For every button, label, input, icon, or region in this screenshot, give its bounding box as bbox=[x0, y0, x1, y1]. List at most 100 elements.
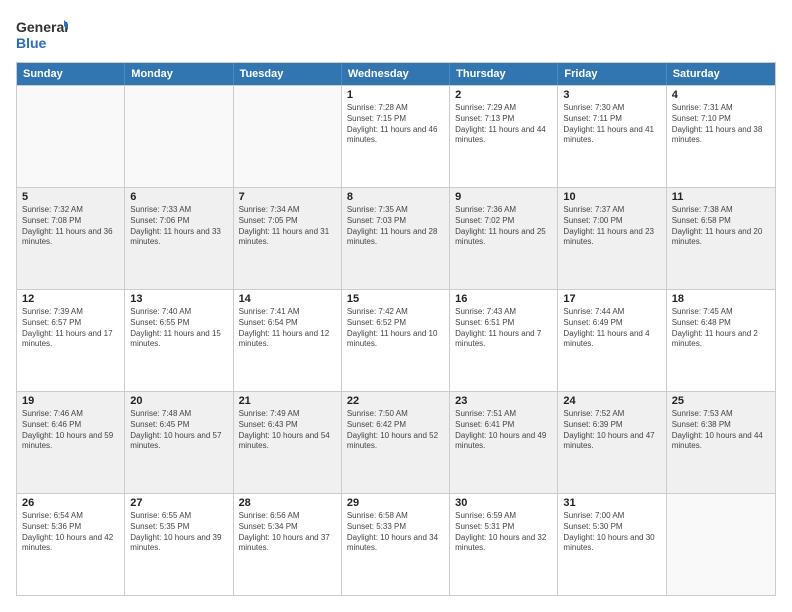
day-number: 24 bbox=[563, 395, 660, 407]
cal-cell: 23Sunrise: 7:51 AM Sunset: 6:41 PM Dayli… bbox=[450, 392, 558, 493]
cell-info: Sunrise: 7:31 AM Sunset: 7:10 PM Dayligh… bbox=[672, 103, 770, 146]
day-number: 29 bbox=[347, 497, 444, 509]
cal-header-cell: Sunday bbox=[17, 63, 125, 85]
day-number: 27 bbox=[130, 497, 227, 509]
day-number: 21 bbox=[239, 395, 336, 407]
day-number: 5 bbox=[22, 191, 119, 203]
cal-cell bbox=[125, 86, 233, 187]
day-number: 22 bbox=[347, 395, 444, 407]
day-number: 30 bbox=[455, 497, 552, 509]
cal-cell: 7 Sunrise: 7:34 AM Sunset: 7:05 PM Daylig… bbox=[234, 188, 342, 289]
cal-cell: 30 Sunrise: 6:59 AM Sunset: 5:31 PM Dayli… bbox=[450, 494, 558, 595]
day-number: 1 bbox=[347, 89, 444, 101]
day-number: 18 bbox=[672, 293, 770, 305]
logo-svg: General Blue bbox=[16, 16, 68, 52]
cell-info: Sunrise: 7:00 AM Sunset: 5:30 PM Dayligh… bbox=[563, 511, 660, 554]
cal-cell: 18Sunrise: 7:45 AM Sunset: 6:48 PM Dayli… bbox=[667, 290, 775, 391]
cal-cell: 31Sunrise: 7:00 AM Sunset: 5:30 PM Dayli… bbox=[558, 494, 666, 595]
day-number: 4 bbox=[672, 89, 770, 101]
cell-info: Sunrise: 7:30 AM Sunset: 7:11 PM Dayligh… bbox=[563, 103, 660, 146]
cal-cell: 2 Sunrise: 7:29 AM Sunset: 7:13 PM Daylig… bbox=[450, 86, 558, 187]
header: General Blue bbox=[16, 16, 776, 52]
cal-cell bbox=[17, 86, 125, 187]
cell-info: Sunrise: 7:33 AM Sunset: 7:06 PM Dayligh… bbox=[130, 205, 227, 248]
cell-info: Sunrise: 7:35 AM Sunset: 7:03 PM Dayligh… bbox=[347, 205, 444, 248]
day-number: 3 bbox=[563, 89, 660, 101]
cal-cell: 3 Sunrise: 7:30 AM Sunset: 7:11 PM Daylig… bbox=[558, 86, 666, 187]
day-number: 14 bbox=[239, 293, 336, 305]
cell-info: Sunrise: 7:44 AM Sunset: 6:49 PM Dayligh… bbox=[563, 307, 660, 350]
cal-cell: 28Sunrise: 6:56 AM Sunset: 5:34 PM Dayli… bbox=[234, 494, 342, 595]
day-number: 26 bbox=[22, 497, 119, 509]
day-number: 12 bbox=[22, 293, 119, 305]
cell-info: Sunrise: 7:32 AM Sunset: 7:08 PM Dayligh… bbox=[22, 205, 119, 248]
cal-cell: 9Sunrise: 7:36 AM Sunset: 7:02 PM Daylig… bbox=[450, 188, 558, 289]
cal-cell: 22 Sunrise: 7:50 AM Sunset: 6:42 PM Dayli… bbox=[342, 392, 450, 493]
cell-info: Sunrise: 7:34 AM Sunset: 7:05 PM Dayligh… bbox=[239, 205, 336, 248]
cell-info: Sunrise: 6:54 AM Sunset: 5:36 PM Dayligh… bbox=[22, 511, 119, 554]
cal-header-cell: Monday bbox=[125, 63, 233, 85]
cell-info: Sunrise: 7:42 AM Sunset: 6:52 PM Dayligh… bbox=[347, 307, 444, 350]
cell-info: Sunrise: 7:39 AM Sunset: 6:57 PM Dayligh… bbox=[22, 307, 119, 350]
cell-info: Sunrise: 6:59 AM Sunset: 5:31 PM Dayligh… bbox=[455, 511, 552, 554]
cal-cell: 13 Sunrise: 7:40 AM Sunset: 6:55 PM Dayli… bbox=[125, 290, 233, 391]
day-number: 17 bbox=[563, 293, 660, 305]
day-number: 16 bbox=[455, 293, 552, 305]
cal-cell: 29 Sunrise: 6:58 AM Sunset: 5:33 PM Dayli… bbox=[342, 494, 450, 595]
day-number: 6 bbox=[130, 191, 227, 203]
cell-info: Sunrise: 7:49 AM Sunset: 6:43 PM Dayligh… bbox=[239, 409, 336, 452]
cal-header-cell: Saturday bbox=[667, 63, 775, 85]
day-number: 20 bbox=[130, 395, 227, 407]
cal-cell: 5 Sunrise: 7:32 AM Sunset: 7:08 PM Daylig… bbox=[17, 188, 125, 289]
svg-text:Blue: Blue bbox=[16, 35, 47, 51]
cal-cell: 17 Sunrise: 7:44 AM Sunset: 6:49 PM Dayli… bbox=[558, 290, 666, 391]
cal-cell: 16 Sunrise: 7:43 AM Sunset: 6:51 PM Dayli… bbox=[450, 290, 558, 391]
day-number: 23 bbox=[455, 395, 552, 407]
cal-header-cell: Tuesday bbox=[234, 63, 342, 85]
cal-cell: 26 Sunrise: 6:54 AM Sunset: 5:36 PM Dayli… bbox=[17, 494, 125, 595]
cell-info: Sunrise: 6:58 AM Sunset: 5:33 PM Dayligh… bbox=[347, 511, 444, 554]
cal-cell: 14 Sunrise: 7:41 AM Sunset: 6:54 PM Dayli… bbox=[234, 290, 342, 391]
cell-info: Sunrise: 7:43 AM Sunset: 6:51 PM Dayligh… bbox=[455, 307, 552, 350]
logo: General Blue bbox=[16, 16, 68, 52]
cal-header-cell: Thursday bbox=[450, 63, 558, 85]
cell-info: Sunrise: 7:40 AM Sunset: 6:55 PM Dayligh… bbox=[130, 307, 227, 350]
cell-info: Sunrise: 6:55 AM Sunset: 5:35 PM Dayligh… bbox=[130, 511, 227, 554]
cal-row: 26 Sunrise: 6:54 AM Sunset: 5:36 PM Dayli… bbox=[17, 493, 775, 595]
cell-info: Sunrise: 7:50 AM Sunset: 6:42 PM Dayligh… bbox=[347, 409, 444, 452]
day-number: 7 bbox=[239, 191, 336, 203]
cal-row: 19 Sunrise: 7:46 AM Sunset: 6:46 PM Dayli… bbox=[17, 391, 775, 493]
cell-info: Sunrise: 7:46 AM Sunset: 6:46 PM Dayligh… bbox=[22, 409, 119, 452]
cal-cell: 11 Sunrise: 7:38 AM Sunset: 6:58 PM Dayli… bbox=[667, 188, 775, 289]
cell-info: Sunrise: 7:37 AM Sunset: 7:00 PM Dayligh… bbox=[563, 205, 660, 248]
svg-text:General: General bbox=[16, 19, 68, 35]
cal-cell bbox=[667, 494, 775, 595]
day-number: 13 bbox=[130, 293, 227, 305]
cal-cell: 25Sunrise: 7:53 AM Sunset: 6:38 PM Dayli… bbox=[667, 392, 775, 493]
day-number: 8 bbox=[347, 191, 444, 203]
day-number: 2 bbox=[455, 89, 552, 101]
cal-cell: 1 Sunrise: 7:28 AM Sunset: 7:15 PM Daylig… bbox=[342, 86, 450, 187]
day-number: 19 bbox=[22, 395, 119, 407]
cell-info: Sunrise: 7:28 AM Sunset: 7:15 PM Dayligh… bbox=[347, 103, 444, 146]
page: General Blue SundayMondayTuesdayWednesda… bbox=[0, 0, 792, 612]
day-number: 28 bbox=[239, 497, 336, 509]
cal-cell: 27 Sunrise: 6:55 AM Sunset: 5:35 PM Dayli… bbox=[125, 494, 233, 595]
cell-info: Sunrise: 7:53 AM Sunset: 6:38 PM Dayligh… bbox=[672, 409, 770, 452]
cell-info: Sunrise: 7:48 AM Sunset: 6:45 PM Dayligh… bbox=[130, 409, 227, 452]
cell-info: Sunrise: 7:29 AM Sunset: 7:13 PM Dayligh… bbox=[455, 103, 552, 146]
cal-cell: 21 Sunrise: 7:49 AM Sunset: 6:43 PM Dayli… bbox=[234, 392, 342, 493]
cal-row: 1 Sunrise: 7:28 AM Sunset: 7:15 PM Daylig… bbox=[17, 85, 775, 187]
cal-cell: 15Sunrise: 7:42 AM Sunset: 6:52 PM Dayli… bbox=[342, 290, 450, 391]
cal-cell: 8 Sunrise: 7:35 AM Sunset: 7:03 PM Daylig… bbox=[342, 188, 450, 289]
day-number: 11 bbox=[672, 191, 770, 203]
day-number: 9 bbox=[455, 191, 552, 203]
cal-cell: 10Sunrise: 7:37 AM Sunset: 7:00 PM Dayli… bbox=[558, 188, 666, 289]
cell-info: Sunrise: 7:41 AM Sunset: 6:54 PM Dayligh… bbox=[239, 307, 336, 350]
cell-info: Sunrise: 7:52 AM Sunset: 6:39 PM Dayligh… bbox=[563, 409, 660, 452]
cal-cell bbox=[234, 86, 342, 187]
cal-cell: 6 Sunrise: 7:33 AM Sunset: 7:06 PM Daylig… bbox=[125, 188, 233, 289]
cal-cell: 24 Sunrise: 7:52 AM Sunset: 6:39 PM Dayli… bbox=[558, 392, 666, 493]
cal-cell: 12 Sunrise: 7:39 AM Sunset: 6:57 PM Dayli… bbox=[17, 290, 125, 391]
cell-info: Sunrise: 7:38 AM Sunset: 6:58 PM Dayligh… bbox=[672, 205, 770, 248]
